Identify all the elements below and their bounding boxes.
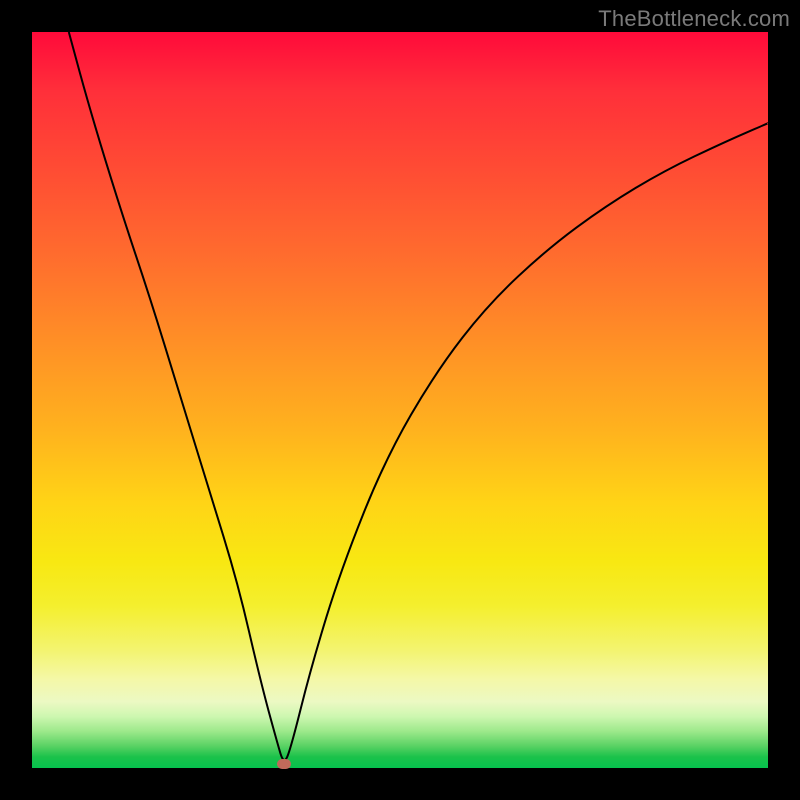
bottleneck-curve bbox=[32, 32, 768, 768]
plot-area bbox=[32, 32, 768, 768]
chart-frame: TheBottleneck.com bbox=[0, 0, 800, 800]
optimal-marker bbox=[277, 759, 291, 769]
curve-path bbox=[69, 32, 768, 760]
attribution-text: TheBottleneck.com bbox=[598, 6, 790, 32]
